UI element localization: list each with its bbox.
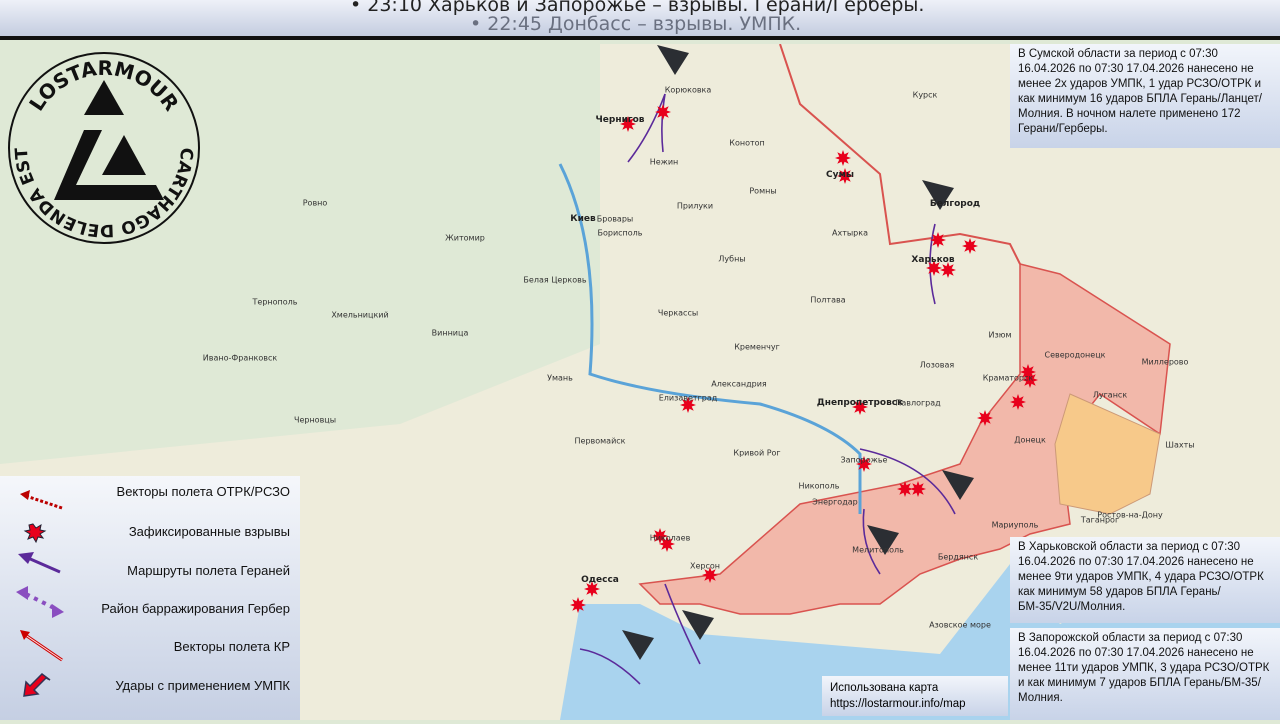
city-label: Черкассы bbox=[657, 308, 699, 318]
legend-label: Район барражирования Гербер bbox=[101, 601, 290, 616]
city-label: Умань bbox=[547, 373, 573, 383]
city-label: Бровары bbox=[596, 214, 634, 224]
legend-label: Удары с применением УМПК bbox=[115, 678, 290, 693]
explosion-marker bbox=[930, 232, 946, 248]
city-label: Ивано-Франковск bbox=[202, 353, 278, 363]
city-label: Павлоград bbox=[895, 398, 941, 408]
city-label: Запорожье bbox=[840, 455, 888, 465]
news-banner: • 23:10 Харьков и Запорожье – взрывы. Ге… bbox=[0, 0, 1280, 40]
explosion-marker bbox=[962, 238, 978, 254]
city-label: Изюм bbox=[988, 330, 1012, 340]
city-label: Азовское море bbox=[929, 620, 991, 630]
lostarmour-logo: LOSTARMOUR CARTHAGO DELENDA EST bbox=[6, 50, 202, 250]
city-label: Белая Церковь bbox=[523, 275, 587, 285]
city-label: Ровно bbox=[302, 198, 328, 208]
legend-label: Векторы полета ОТРК/РСЗО bbox=[116, 484, 290, 499]
city-label: Нежин bbox=[649, 157, 679, 167]
city-label: Чернигов bbox=[595, 115, 645, 125]
city-label: Лозовая bbox=[919, 360, 955, 370]
city-label: Кременчуг bbox=[734, 342, 780, 352]
city-label: Александрия bbox=[711, 379, 767, 389]
city-label: Миллерово bbox=[1141, 357, 1189, 367]
legend-label: Векторы полета КР bbox=[173, 639, 290, 654]
city-label: Тернополь bbox=[252, 297, 298, 307]
legend-icons bbox=[16, 490, 64, 697]
city-label: Винница bbox=[431, 328, 469, 338]
red-block-arrow-icon bbox=[23, 673, 51, 697]
explosion-marker bbox=[1010, 394, 1026, 410]
legend: Векторы полета ОТРК/РСЗО Зафиксированные… bbox=[0, 476, 300, 720]
city-label: Луганск bbox=[1092, 390, 1128, 400]
red-outline-arrow-icon bbox=[20, 630, 63, 662]
purple-arrow-icon bbox=[18, 552, 61, 574]
city-label: Херсон bbox=[689, 561, 721, 571]
city-label: Бердянск bbox=[937, 552, 979, 562]
city-label: Ахтырка bbox=[832, 228, 868, 238]
city-label: Белгород bbox=[929, 199, 981, 209]
city-label: Курск bbox=[912, 90, 938, 100]
city-label: Харьков bbox=[911, 255, 955, 265]
city-label: Никополь bbox=[798, 481, 840, 491]
city-label: Корюковка bbox=[664, 85, 712, 95]
city-label: Северодонецк bbox=[1044, 350, 1106, 360]
city-label: Елизаветград bbox=[658, 393, 718, 403]
city-label: Николаев bbox=[649, 533, 691, 543]
explosion-marker bbox=[977, 410, 993, 426]
city-label: Сумы bbox=[826, 170, 854, 180]
city-label: Прилуки bbox=[676, 201, 714, 211]
city-label: Мелитополь bbox=[852, 545, 904, 555]
map-credit: Использована карта https://lostarmour.in… bbox=[822, 676, 1008, 716]
city-label: Хмельницкий bbox=[331, 310, 389, 320]
city-label: Конотоп bbox=[729, 138, 765, 148]
explosion-marker bbox=[570, 597, 586, 613]
dotted-red-arrow-icon bbox=[20, 490, 63, 510]
city-label: Борисполь bbox=[597, 228, 643, 238]
info-box-sumy: В Сумской области за период с 07:30 16.0… bbox=[1010, 44, 1280, 148]
city-label: Житомир bbox=[445, 233, 485, 243]
city-label: Первомайск bbox=[574, 436, 626, 446]
info-box-kharkov: В Харьковской области за период с 07:30 … bbox=[1010, 537, 1280, 623]
city-label: Кривой Рог bbox=[733, 448, 781, 458]
dotted-purple-double-arrow-icon bbox=[16, 586, 64, 618]
explosion-marker bbox=[655, 104, 671, 120]
info-box-zaporozhye: В Запорожской области за период с 07:30 … bbox=[1010, 628, 1280, 720]
explosion-marker bbox=[910, 481, 926, 497]
explosion-icon bbox=[23, 523, 47, 544]
city-label: Краматорск bbox=[982, 373, 1034, 383]
explosion-marker bbox=[835, 150, 851, 166]
city-label: Донецк bbox=[1014, 435, 1046, 445]
city-label: Полтава bbox=[810, 295, 846, 305]
city-label: Мариуполь bbox=[991, 520, 1039, 530]
banner-line-2: • 22:45 Донбасс – взрывы. УМПК. bbox=[470, 13, 802, 35]
credit-line-1: Использована карта bbox=[830, 682, 939, 694]
city-label: Киев bbox=[570, 214, 596, 224]
city-label: Шахты bbox=[1165, 440, 1195, 450]
city-label: Днепропетровск bbox=[816, 398, 904, 408]
city-label: Энергодар bbox=[812, 497, 858, 507]
legend-label: Зафиксированные взрывы bbox=[128, 524, 290, 539]
city-label: Ростов-на-Дону bbox=[1097, 510, 1163, 520]
credit-link[interactable]: https://lostarmour.info/map bbox=[830, 696, 1000, 712]
legend-label: Маршруты полета Гераней bbox=[127, 563, 290, 578]
city-label: Одесса bbox=[581, 575, 619, 585]
city-label: Ромны bbox=[749, 186, 777, 196]
city-label: Черновцы bbox=[293, 415, 337, 425]
city-label: Лубны bbox=[718, 254, 746, 264]
